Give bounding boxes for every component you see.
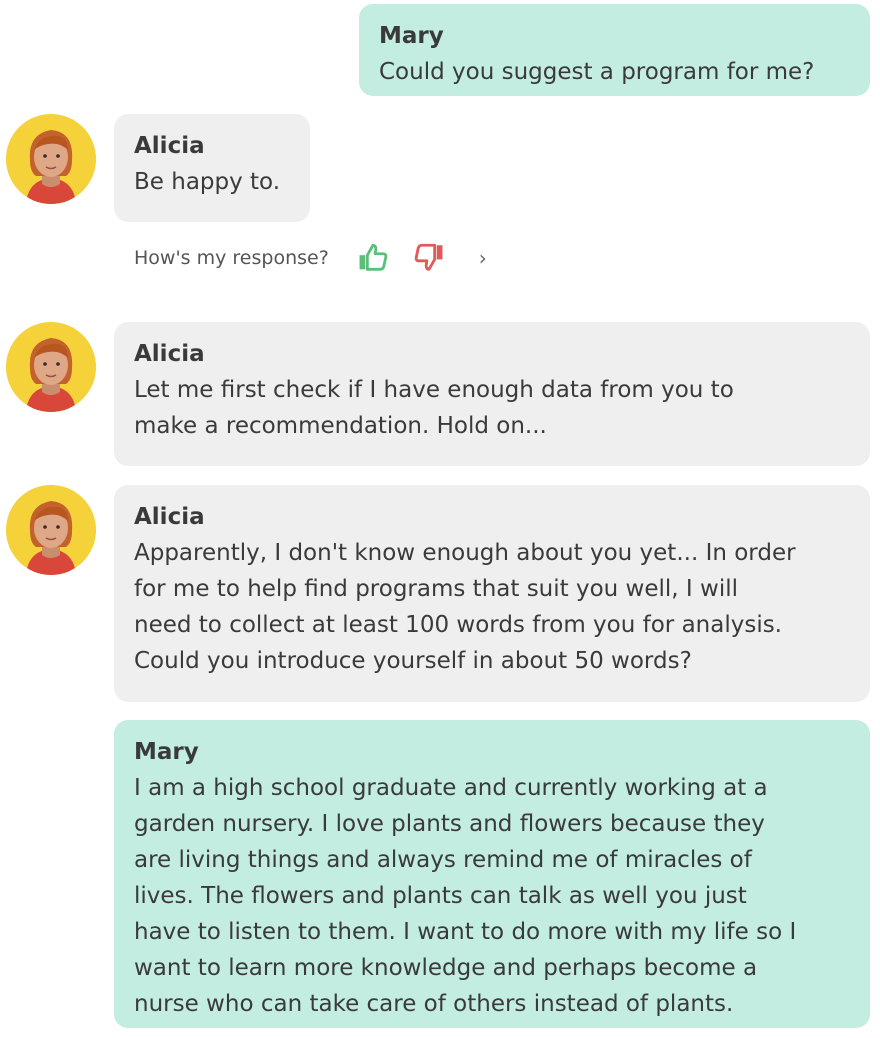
- message-text: Apparently, I don't know enough about yo…: [134, 540, 796, 674]
- message-bubble-bot: Alicia Let me first check if I have enou…: [114, 322, 870, 466]
- avatar: [6, 322, 96, 412]
- feedback-question: How's my response?: [134, 247, 329, 269]
- avatar: [6, 114, 96, 204]
- message-sender: Mary: [379, 23, 444, 49]
- message-bubble-bot: Alicia Apparently, I don't know enough a…: [114, 485, 870, 702]
- message-bubble-bot: Alicia Be happy to.: [114, 114, 310, 222]
- message-sender: Alicia: [134, 133, 205, 159]
- message-text: Let me first check if I have enough data…: [134, 377, 734, 439]
- thumbs-up-button[interactable]: [353, 238, 393, 278]
- thumbs-up-icon: [359, 243, 388, 271]
- avatar-face-icon: [6, 485, 96, 575]
- message-text: Could you suggest a program for me?: [379, 59, 815, 85]
- message-bubble-user: Mary Could you suggest a program for me?: [359, 4, 870, 96]
- message-bubble-user: Mary I am a high school graduate and cur…: [114, 720, 870, 1028]
- avatar-face-icon: [6, 114, 96, 204]
- message-sender: Alicia: [134, 341, 205, 367]
- feedback-row: How's my response? ›: [134, 238, 487, 278]
- avatar-face-icon: [6, 322, 96, 412]
- message-text: I am a high school graduate and currentl…: [134, 775, 797, 1017]
- avatar: [6, 485, 96, 575]
- message-sender: Mary: [134, 739, 199, 765]
- thumbs-down-icon: [414, 243, 443, 271]
- message-sender: Alicia: [134, 504, 205, 530]
- chevron-right-icon[interactable]: ›: [479, 246, 487, 270]
- message-text: Be happy to.: [134, 169, 281, 195]
- thumbs-down-button[interactable]: [409, 238, 449, 278]
